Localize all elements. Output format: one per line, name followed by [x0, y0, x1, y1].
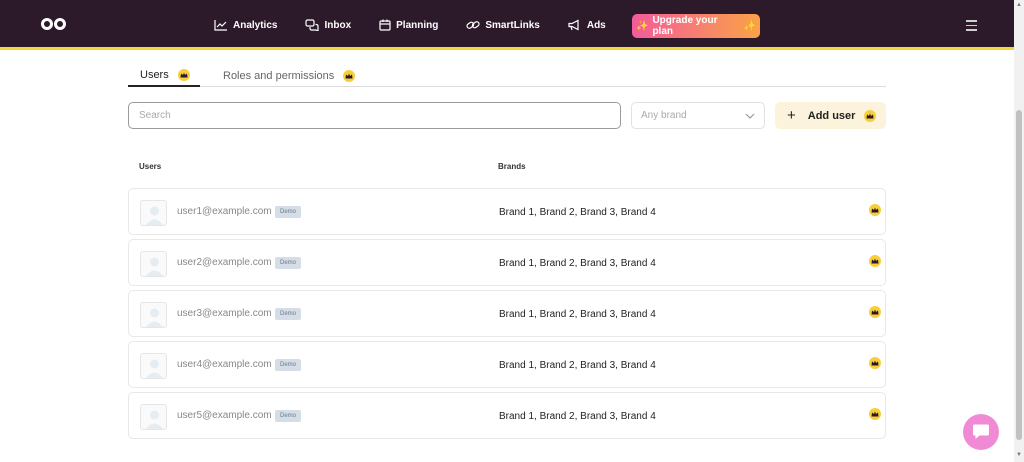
demo-badge: Demo	[275, 206, 302, 218]
demo-badge: Demo	[275, 410, 302, 422]
scroll-up-arrow-icon[interactable]: ▲	[1016, 2, 1022, 8]
brand-filter-select[interactable]: Any brand	[631, 102, 765, 129]
user-email: user3@example.com	[177, 308, 272, 319]
chevron-down-icon	[745, 113, 755, 119]
user-email: user1@example.com	[177, 206, 272, 217]
main-nav: Analytics Inbox Planning SmartLinks Ads	[214, 0, 634, 50]
user-email: user4@example.com	[177, 359, 272, 370]
upgrade-plan-button[interactable]: ✨ Upgrade your plan ✨	[632, 14, 760, 38]
nav-item-ads[interactable]: Ads	[568, 19, 606, 31]
premium-crown-icon[interactable]	[869, 255, 881, 267]
nav-item-smartlinks[interactable]: SmartLinks	[466, 19, 540, 31]
nav-item-analytics[interactable]: Analytics	[214, 19, 277, 31]
table-row[interactable]: user4@example.com Demo Brand 1, Brand 2,…	[128, 341, 886, 388]
user-placeholder-icon	[146, 206, 163, 225]
sparkle-icon: ✨	[636, 20, 649, 32]
avatar	[140, 404, 167, 430]
sparkle-icon: ✨	[743, 20, 756, 32]
nav-item-label: Planning	[396, 19, 439, 31]
logo-icon[interactable]	[40, 17, 68, 31]
add-user-label: Add user	[807, 109, 856, 122]
premium-crown-icon	[177, 68, 190, 81]
user-placeholder-icon	[146, 410, 163, 429]
brand-filter-value: Any brand	[641, 110, 687, 121]
nav-item-label: Inbox	[324, 19, 352, 31]
chat-support-button[interactable]	[963, 414, 999, 450]
table-row[interactable]: user5@example.com Demo Brand 1, Brand 2,…	[128, 392, 886, 439]
nav-item-inbox[interactable]: Inbox	[305, 19, 351, 31]
demo-badge: Demo	[275, 308, 302, 320]
nav-item-label: Ads	[586, 19, 606, 31]
link-icon	[466, 21, 480, 29]
scrollbar-thumb[interactable]	[1016, 110, 1022, 440]
user-placeholder-icon	[146, 359, 163, 378]
chat-bubbles-icon	[305, 19, 320, 31]
nav-item-label: Analytics	[233, 19, 278, 31]
table-row[interactable]: user3@example.com Demo Brand 1, Brand 2,…	[128, 290, 886, 337]
user-placeholder-icon	[146, 257, 163, 276]
premium-crown-icon[interactable]	[869, 357, 881, 369]
avatar	[140, 353, 167, 379]
upgrade-plan-label: Upgrade your plan	[652, 15, 718, 37]
avatar	[140, 251, 167, 277]
table-row[interactable]: user1@example.com Demo Brand 1, Brand 2,…	[128, 188, 886, 235]
premium-crown-icon[interactable]	[869, 306, 881, 318]
premium-crown-icon	[864, 109, 877, 122]
chat-icon	[973, 424, 989, 439]
settings-tabs: Users Roles and permissions	[128, 64, 886, 87]
user-brands: Brand 1, Brand 2, Brand 3, Brand 4	[499, 207, 656, 218]
search-input[interactable]	[128, 102, 621, 129]
user-placeholder-icon	[146, 308, 163, 327]
user-brands: Brand 1, Brand 2, Brand 3, Brand 4	[499, 258, 656, 269]
premium-crown-icon	[343, 69, 356, 82]
tab-label: Roles and permissions	[223, 69, 335, 82]
add-user-button[interactable]: + Add user	[775, 102, 886, 129]
nav-item-planning[interactable]: Planning	[379, 19, 438, 31]
avatar	[140, 200, 167, 226]
tab-users[interactable]: Users	[128, 64, 200, 87]
user-brands: Brand 1, Brand 2, Brand 3, Brand 4	[499, 309, 656, 320]
chart-line-icon	[214, 20, 227, 31]
avatar	[140, 302, 167, 328]
scroll-down-arrow-icon[interactable]: ▼	[1016, 452, 1022, 458]
user-email: user2@example.com	[177, 257, 272, 268]
demo-badge: Demo	[275, 257, 302, 269]
tab-label: Users	[140, 68, 169, 81]
demo-badge: Demo	[275, 359, 302, 371]
top-navigation-bar: Analytics Inbox Planning SmartLinks Ads …	[0, 0, 1014, 50]
column-header-brands: Brands	[498, 162, 526, 171]
plus-icon: +	[787, 107, 796, 124]
nav-item-label: SmartLinks	[485, 19, 540, 31]
megaphone-icon	[568, 19, 579, 31]
hamburger-menu-icon[interactable]	[966, 20, 977, 31]
premium-crown-icon[interactable]	[869, 204, 881, 216]
user-email: user5@example.com	[177, 410, 272, 421]
table-row[interactable]: user2@example.com Demo Brand 1, Brand 2,…	[128, 239, 886, 286]
tab-roles-and-permissions[interactable]: Roles and permissions	[223, 64, 356, 87]
column-header-users: Users	[139, 162, 162, 171]
premium-crown-icon[interactable]	[869, 408, 881, 420]
user-brands: Brand 1, Brand 2, Brand 3, Brand 4	[499, 411, 656, 422]
user-brands: Brand 1, Brand 2, Brand 3, Brand 4	[499, 360, 656, 371]
scrollbar[interactable]: ▲ ▼	[1014, 0, 1024, 462]
calendar-icon	[379, 19, 391, 31]
